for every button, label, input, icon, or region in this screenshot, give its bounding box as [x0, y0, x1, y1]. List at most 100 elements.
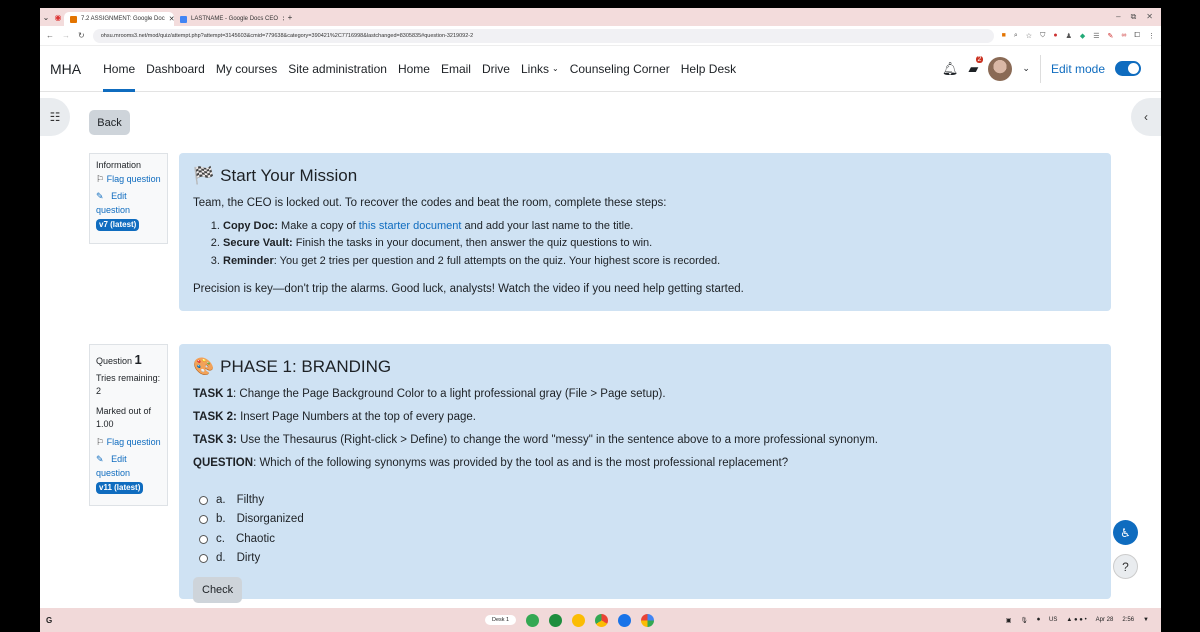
- course-index-toggle[interactable]: ☷: [40, 98, 70, 136]
- record-icon[interactable]: ◉: [52, 13, 64, 22]
- window-close-icon[interactable]: ✕: [1146, 12, 1153, 22]
- url-field[interactable]: ohsu.mrooms3.net/mod/quiz/attempt.php?at…: [92, 28, 994, 43]
- status-tray[interactable]: ▣ 🎙︎ ⏺︎ US ▲ ● ● • Apr 28 2:56 ▼: [1006, 617, 1149, 624]
- nav-home-2[interactable]: Home: [398, 46, 430, 91]
- play-store-app-icon[interactable]: [641, 613, 655, 627]
- bookmark-star-icon[interactable]: ☆: [1026, 32, 1032, 40]
- answer-options: a. Filthy b. Disorganized c. Chaotic d. …: [199, 491, 1097, 569]
- check-button[interactable]: Check: [193, 576, 243, 603]
- phone-app-icon[interactable]: [526, 613, 540, 627]
- record-stop-icon[interactable]: ⏺︎: [1037, 617, 1040, 624]
- extension-icon[interactable]: ◆: [1080, 32, 1085, 40]
- back-button[interactable]: Back: [89, 110, 130, 135]
- microphone-icon[interactable]: 🎙︎: [1020, 617, 1028, 624]
- step-label: Reminder: [223, 254, 274, 267]
- help-button[interactable]: ?: [1113, 554, 1138, 579]
- files-app-icon[interactable]: [618, 613, 632, 627]
- task-text: Insert Page Numbers at the top of every …: [236, 410, 476, 423]
- notifications-bell-icon[interactable]: 🔔︎: [942, 61, 959, 77]
- question-prompt: QUESTION: Which of the following synonym…: [193, 455, 1097, 472]
- tab-assignment[interactable]: 7.2 ASSIGNMENT: Google Doc ✕: [64, 12, 174, 26]
- pen-icon[interactable]: ✎: [1108, 32, 1114, 40]
- meet-app-icon[interactable]: [549, 613, 563, 627]
- extension-icon[interactable]: ♟: [1066, 32, 1072, 40]
- chat-icon: ▰: [968, 60, 979, 76]
- question-label: question: [96, 204, 131, 215]
- messages-button[interactable]: ▰ 2: [968, 55, 984, 77]
- information-info-block: Information ⚐ Flag question ✎ Edit quest…: [89, 153, 168, 244]
- nav-drive[interactable]: Drive: [482, 46, 510, 91]
- edit-question-link[interactable]: ✎ Edit question: [96, 190, 161, 217]
- mission-step: Secure Vault: Finish the tasks in your d…: [223, 235, 1097, 252]
- status-icons: ▲ ● ● •: [1066, 617, 1087, 623]
- nav-links-dropdown[interactable]: Links ⌄: [521, 46, 559, 91]
- nav-my-courses[interactable]: My courses: [216, 46, 277, 91]
- flag-question-link[interactable]: ⚐ Flag question: [96, 436, 161, 450]
- new-tab-icon[interactable]: +: [284, 13, 296, 22]
- desk-switcher[interactable]: Desk 1: [485, 615, 517, 625]
- question-panel: 🎨 PHASE 1: BRANDING TASK 1: Change the P…: [179, 344, 1111, 603]
- time-label: 2:56: [1122, 617, 1135, 623]
- question-prompt-label: QUESTION: [193, 457, 254, 470]
- zoom-icon[interactable]: ⌕: [1014, 32, 1018, 40]
- radio-button[interactable]: [199, 534, 208, 544]
- question-label: Question: [96, 356, 133, 366]
- nav-site-administration[interactable]: Site administration: [288, 46, 387, 91]
- tab-search-icon[interactable]: ⌄: [40, 13, 52, 22]
- kebab-menu-icon[interactable]: ⋮: [1148, 32, 1155, 40]
- answer-option-b[interactable]: b. Disorganized: [199, 510, 1097, 530]
- chevron-down-icon: ⌄: [552, 64, 559, 73]
- edit-question-link[interactable]: ✎ Edit question: [96, 453, 161, 480]
- tries-remaining-label: Tries remaining:: [96, 372, 161, 383]
- reload-icon[interactable]: ↻: [78, 31, 85, 40]
- nav-dashboard[interactable]: Dashboard: [146, 46, 205, 91]
- answer-option-a[interactable]: a. Filthy: [199, 491, 1097, 511]
- radio-button[interactable]: [199, 495, 208, 505]
- edit-label: Edit: [111, 191, 127, 201]
- shield-icon[interactable]: ⛉: [1040, 32, 1045, 40]
- option-text: Chaotic: [235, 532, 275, 545]
- nav-help-desk[interactable]: Help Desk: [681, 46, 736, 91]
- tab-google-doc[interactable]: LASTNAME - Google Docs CEO ✕: [174, 12, 284, 26]
- back-arrow-icon[interactable]: ←: [46, 31, 54, 40]
- answer-option-c[interactable]: c. Chaotic: [199, 530, 1097, 550]
- edit-mode-toggle[interactable]: [1115, 61, 1141, 76]
- answer-option-d[interactable]: d. Dirty: [199, 549, 1097, 569]
- url-text: ohsu.mrooms3.net/mod/quiz/attempt.php?at…: [100, 32, 474, 39]
- user-avatar[interactable]: [988, 56, 1013, 81]
- primary-navigation: Home Dashboard My courses Site administr…: [103, 46, 736, 92]
- radio-button[interactable]: [199, 515, 208, 525]
- messages-count-badge: 2: [975, 55, 984, 63]
- radio-button[interactable]: [199, 554, 208, 564]
- forward-arrow-icon[interactable]: →: [62, 31, 70, 40]
- clipboard-icon[interactable]: ▣: [1006, 617, 1012, 624]
- extension-icon[interactable]: ■: [1002, 32, 1006, 39]
- keep-app-icon[interactable]: [572, 613, 586, 627]
- info-heading: Information: [96, 160, 142, 170]
- task-label: TASK 1: [193, 387, 234, 400]
- launcher-icon[interactable]: G: [46, 616, 52, 625]
- flag-question-link[interactable]: ⚐ Flag question: [96, 173, 161, 187]
- chevron-down-icon[interactable]: ⌄: [1022, 63, 1030, 74]
- nav-email[interactable]: Email: [441, 46, 471, 91]
- chrome-app-icon[interactable]: [595, 613, 609, 627]
- question-mark-icon: ?: [1122, 559, 1129, 574]
- question-number-row: Question 1: [96, 350, 161, 370]
- step-text: and add your last name to the title.: [461, 219, 634, 232]
- step-text: Make a copy of: [278, 219, 359, 232]
- pencil-icon: ✎: [96, 454, 104, 464]
- puzzle-icon[interactable]: ⧠: [1134, 32, 1140, 40]
- nav-counseling-corner[interactable]: Counseling Corner: [570, 46, 670, 91]
- reading-list-icon[interactable]: ☰: [1093, 32, 1099, 40]
- starter-document-link[interactable]: this starter document: [359, 220, 462, 232]
- block-drawer-toggle[interactable]: ‹: [1131, 98, 1161, 136]
- option-letter: d.: [216, 552, 226, 565]
- extension-icon[interactable]: ●: [1053, 32, 1057, 39]
- minimize-icon[interactable]: –: [1116, 12, 1120, 22]
- nav-home[interactable]: Home: [103, 46, 136, 92]
- restore-icon[interactable]: ⧉: [1131, 12, 1137, 22]
- tries-remaining-value: 2: [96, 386, 102, 396]
- extension-icon[interactable]: ∞: [1121, 32, 1126, 39]
- site-brand[interactable]: MHA: [50, 61, 81, 77]
- accessibility-button[interactable]: ♿︎: [1113, 520, 1138, 545]
